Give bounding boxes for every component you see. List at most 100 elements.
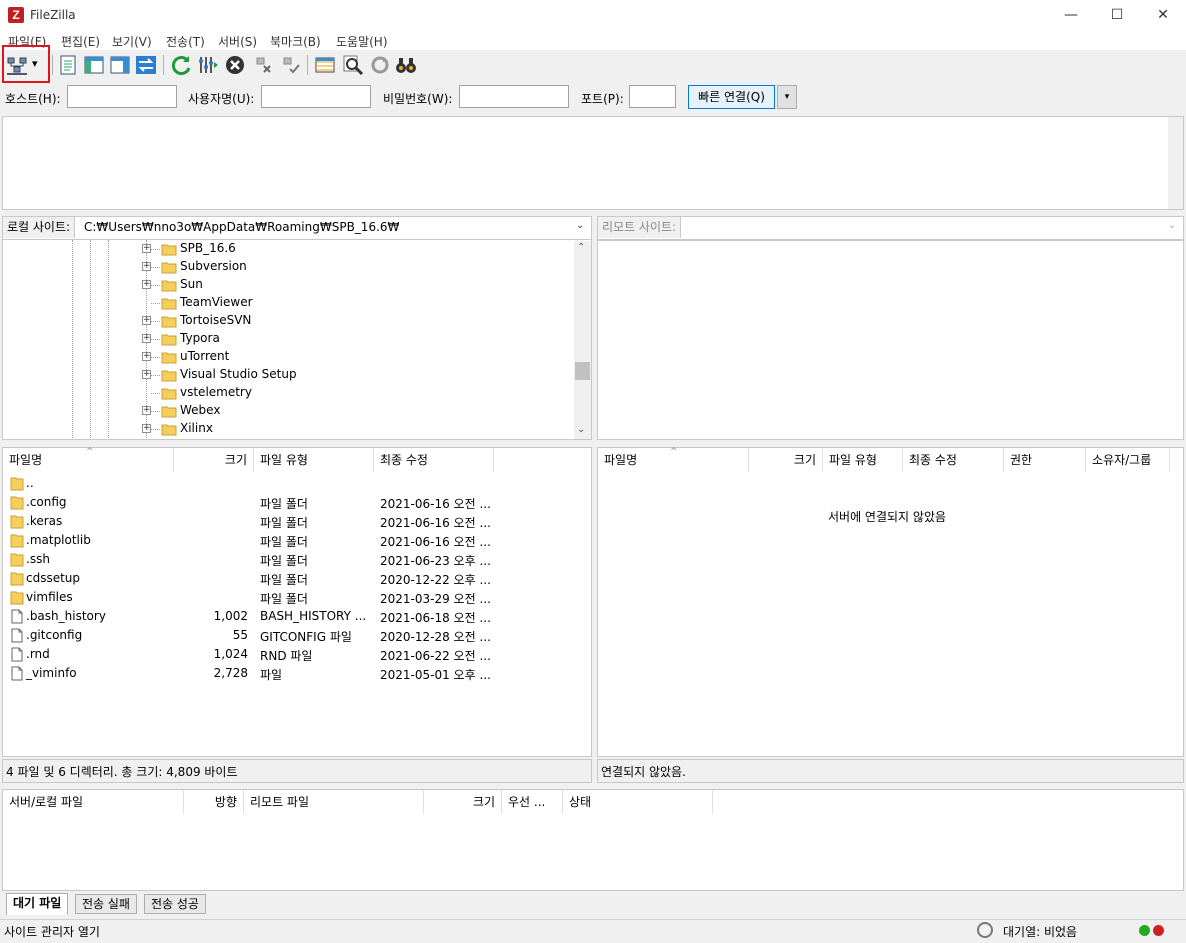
tree-item[interactable]: + Sun xyxy=(3,276,575,294)
tree-scrollbar[interactable]: ⌃ ⌄ xyxy=(574,241,591,439)
quickconnect-dropdown-button[interactable]: ▾ xyxy=(777,85,797,109)
tree-item[interactable]: + Subversion xyxy=(3,258,575,276)
username-input[interactable] xyxy=(261,85,371,108)
tree-item[interactable]: + Typora xyxy=(3,330,575,348)
quickconnect-button[interactable]: 빠른 연결(Q) xyxy=(688,85,775,109)
tree-item-label: vstelemetry xyxy=(180,385,252,399)
column-header-owner[interactable]: 소유자/그룹 xyxy=(1086,448,1170,472)
local-path-combobox[interactable]: C:₩Users₩nno3o₩AppData₩Roaming₩SPB_16.6₩ xyxy=(84,220,399,234)
file-row[interactable]: .gitconfig 55 GITCONFIG 파일 2020-12-28 오전 ..… xyxy=(3,626,591,645)
local-directory-tree[interactable]: + SPB_16.6 + Subversion + Sun TeamViewer + Torto… xyxy=(2,240,592,440)
find-files-button[interactable] xyxy=(394,53,418,77)
toggle-remote-tree-button[interactable] xyxy=(108,53,132,77)
tree-item[interactable]: + Xilinx xyxy=(3,420,575,438)
queue-column-direction[interactable]: 방향 xyxy=(184,790,244,814)
tab-failed-transfers[interactable]: 전송 실패 xyxy=(75,894,137,914)
file-row[interactable]: .ssh 파일 폴더 2021-06-23 오후 ... xyxy=(3,550,591,569)
file-type: GITCONFIG 파일 xyxy=(260,630,352,644)
toggle-message-log-button[interactable] xyxy=(56,53,80,77)
minimize-button[interactable]: — xyxy=(1048,0,1094,30)
disconnect-button[interactable] xyxy=(251,53,275,77)
tab-successful-transfers[interactable]: 전송 성공 xyxy=(144,894,206,914)
port-input[interactable] xyxy=(629,85,676,108)
file-row[interactable]: .. xyxy=(3,474,591,493)
file-row[interactable]: _viminfo 2,728 파일 2021-05-01 오후 ... xyxy=(3,664,591,683)
tree-item[interactable]: + uTorrent xyxy=(3,348,575,366)
expand-icon[interactable]: + xyxy=(142,244,151,253)
close-button[interactable]: ✕ xyxy=(1140,0,1186,30)
column-header-modified[interactable]: 최종 수정 xyxy=(903,448,1004,472)
file-row[interactable]: vimfiles 파일 폴더 2021-03-29 오전 ... xyxy=(3,588,591,607)
expand-icon[interactable]: + xyxy=(142,370,151,379)
menu-transfer[interactable]: 전송(T) xyxy=(166,33,205,50)
expand-icon[interactable]: + xyxy=(142,424,151,433)
toggle-local-tree-button[interactable] xyxy=(82,53,106,77)
expand-icon[interactable]: + xyxy=(142,406,151,415)
chevron-down-icon[interactable]: ⌄ xyxy=(576,220,584,231)
queue-column-remote-file[interactable]: 리모트 파일 xyxy=(244,790,424,814)
expand-icon[interactable]: + xyxy=(142,352,151,361)
host-input[interactable] xyxy=(67,85,177,108)
tree-item[interactable]: + Visual Studio Setup xyxy=(3,366,575,384)
message-log-scrollbar[interactable] xyxy=(1168,117,1183,209)
process-queue-button[interactable] xyxy=(196,53,220,77)
column-header-type[interactable]: 파일 유형 xyxy=(254,448,374,472)
local-file-list[interactable]: 파일명 ^ 크기 파일 유형 최종 수정 .. .config 파일 폴더 2021-… xyxy=(2,447,592,757)
title-bar xyxy=(0,0,1186,30)
menu-help[interactable]: 도움말(H) xyxy=(336,33,388,50)
expand-icon[interactable]: + xyxy=(142,262,151,271)
site-manager-dropdown-arrow[interactable]: ▾ xyxy=(32,57,38,70)
file-row[interactable]: .matplotlib 파일 폴더 2021-06-16 오전 ... xyxy=(3,531,591,550)
message-log[interactable] xyxy=(2,116,1184,210)
password-input[interactable] xyxy=(459,85,569,108)
cancel-operation-button[interactable] xyxy=(223,53,247,77)
tree-item[interactable]: + SPB_16.6 xyxy=(3,240,575,258)
tree-item[interactable]: TeamViewer xyxy=(3,294,575,312)
column-header-type[interactable]: 파일 유형 xyxy=(823,448,903,472)
chevron-up-icon[interactable]: ⌃ xyxy=(577,242,585,253)
column-header-modified[interactable]: 최종 수정 xyxy=(374,448,494,472)
tree-item[interactable]: vstelemetry xyxy=(3,384,575,402)
menu-edit[interactable]: 편집(E) xyxy=(61,33,100,50)
remote-directory-tree[interactable] xyxy=(597,240,1184,440)
queue-column-size[interactable]: 크기 xyxy=(424,790,502,814)
file-row[interactable]: .config 파일 폴더 2021-06-16 오전 ... xyxy=(3,493,591,512)
folder-icon xyxy=(161,296,177,310)
queue-column-priority[interactable]: 우선 ... xyxy=(502,790,563,814)
sync-browsing-button[interactable] xyxy=(368,53,392,77)
expand-icon[interactable]: + xyxy=(142,316,151,325)
file-row[interactable]: cdssetup 파일 폴더 2020-12-22 오후 ... xyxy=(3,569,591,588)
site-manager-button[interactable] xyxy=(5,53,29,77)
expand-icon[interactable]: + xyxy=(142,334,151,343)
file-row[interactable]: .bash_history 1,002 BASH_HISTORY ... 2021-0… xyxy=(3,607,591,626)
remote-file-list[interactable]: 파일명 ^ 크기 파일 유형 최종 수정 권한 소유자/그룹 xyxy=(597,447,1184,757)
site-manager-icon xyxy=(7,57,27,75)
reconnect-button[interactable] xyxy=(278,53,302,77)
chevron-down-icon[interactable]: ⌄ xyxy=(577,424,585,435)
file-name: .rnd xyxy=(26,647,50,661)
search-button[interactable] xyxy=(341,53,365,77)
tree-scrollbar-thumb[interactable] xyxy=(575,362,590,380)
column-header-permissions[interactable]: 권한 xyxy=(1004,448,1086,472)
column-header-size[interactable]: 크기 xyxy=(749,448,823,472)
menu-view[interactable]: 보기(V) xyxy=(112,33,152,50)
file-row[interactable]: .rnd 1,024 RND 파일 2021-06-22 오전 ... xyxy=(3,645,591,664)
file-row[interactable]: .keras 파일 폴더 2021-06-16 오전 ... xyxy=(3,512,591,531)
file-icon xyxy=(10,609,24,624)
transfer-queue[interactable]: 서버/로컬 파일 방향 리모트 파일 크기 우선 ... 상태 xyxy=(2,789,1184,891)
menu-server[interactable]: 서버(S) xyxy=(218,33,257,50)
tree-item[interactable]: + TortoiseSVN xyxy=(3,312,575,330)
toggle-transfer-queue-button[interactable] xyxy=(134,53,158,77)
tree-guide-line xyxy=(151,321,160,322)
refresh-button[interactable] xyxy=(169,53,193,77)
column-header-size[interactable]: 크기 xyxy=(174,448,254,472)
queue-column-local-file[interactable]: 서버/로컬 파일 xyxy=(3,790,184,814)
maximize-button[interactable]: ☐ xyxy=(1094,0,1140,30)
tab-queued-files[interactable]: 대기 파일 xyxy=(6,893,69,915)
file-modified: 2021-03-29 오전 ... xyxy=(380,592,491,606)
menu-bookmarks[interactable]: 북마크(B) xyxy=(270,33,321,50)
expand-icon[interactable]: + xyxy=(142,280,151,289)
tree-item[interactable]: + Webex xyxy=(3,402,575,420)
queue-column-status[interactable]: 상태 xyxy=(563,790,713,814)
directory-listing-filters-button[interactable] xyxy=(313,53,337,77)
